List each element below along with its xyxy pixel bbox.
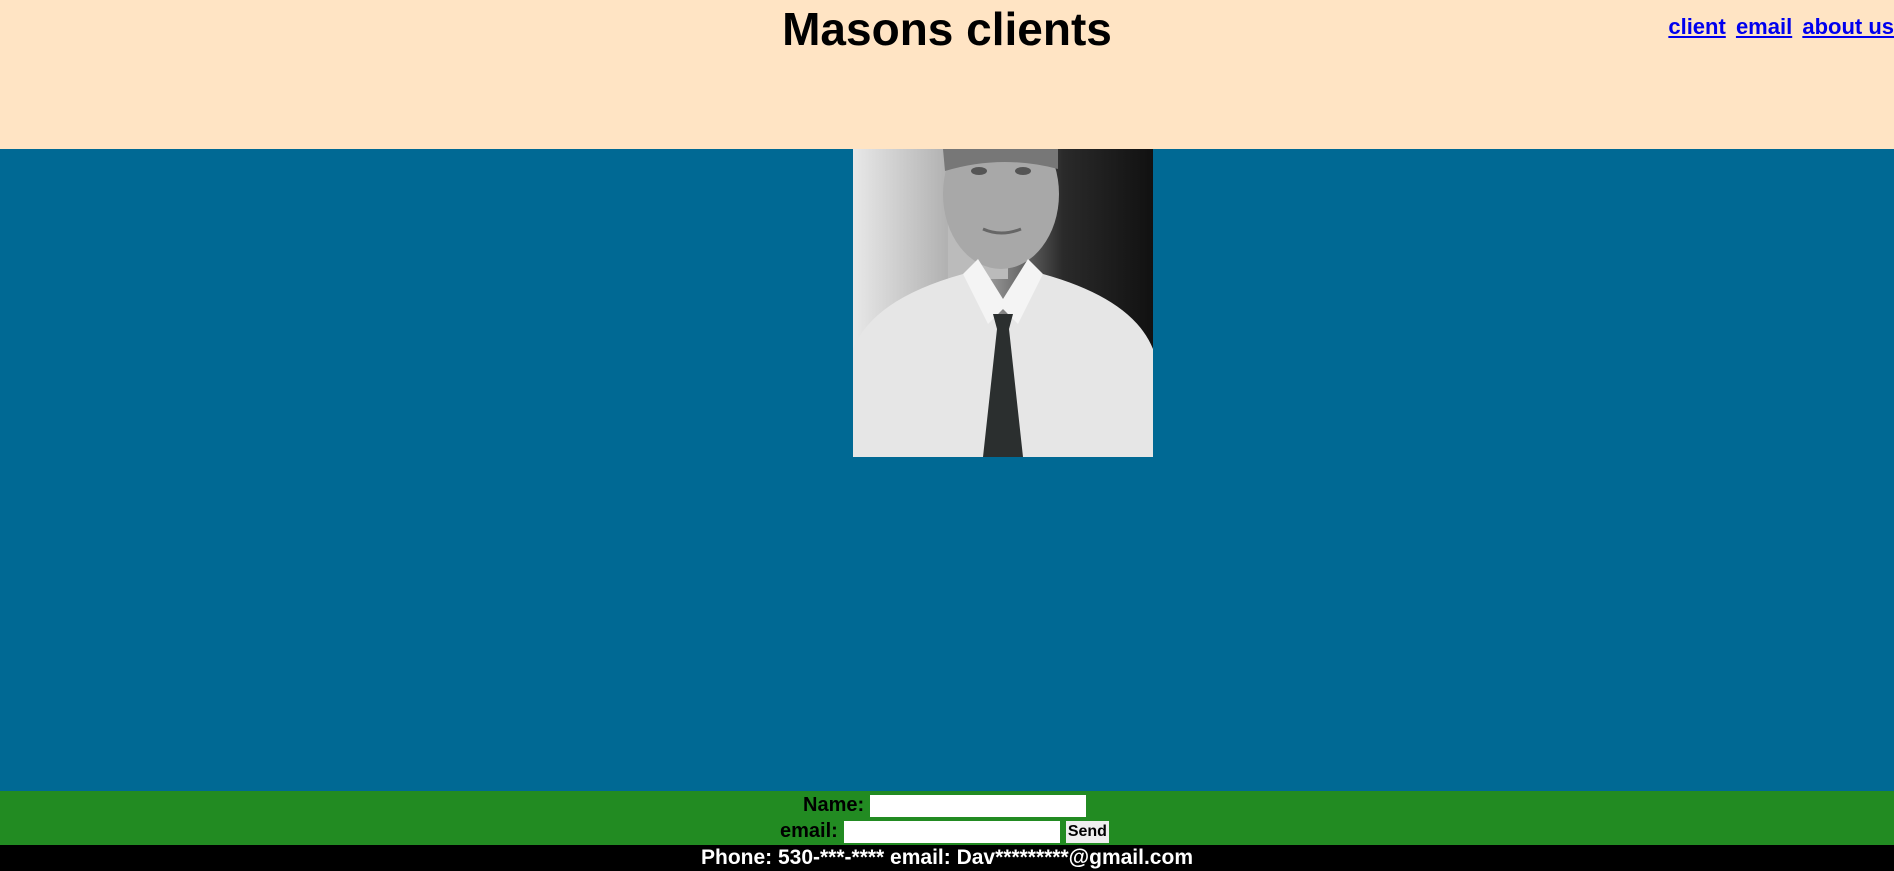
nav-link-client[interactable]: client [1668, 14, 1725, 39]
footer-contact-info: Phone: 530-***-**** email: Dav*********@… [0, 845, 1894, 871]
send-button[interactable]: Send [1065, 820, 1109, 843]
nav-link-about-us[interactable]: about us [1802, 14, 1894, 39]
name-input[interactable] [870, 794, 1087, 817]
nav: client email about us [1664, 14, 1894, 40]
contact-form: Name: email: Send [0, 791, 1894, 845]
nav-link-email[interactable]: email [1736, 14, 1792, 39]
page-title: Masons clients [782, 3, 1112, 55]
name-label: Name: [803, 794, 865, 816]
main-content [0, 149, 1894, 791]
header: Masons clients client email about us [0, 0, 1894, 149]
email-input[interactable] [843, 820, 1060, 843]
email-label: email: [780, 820, 838, 842]
portrait-photo [853, 149, 1153, 457]
